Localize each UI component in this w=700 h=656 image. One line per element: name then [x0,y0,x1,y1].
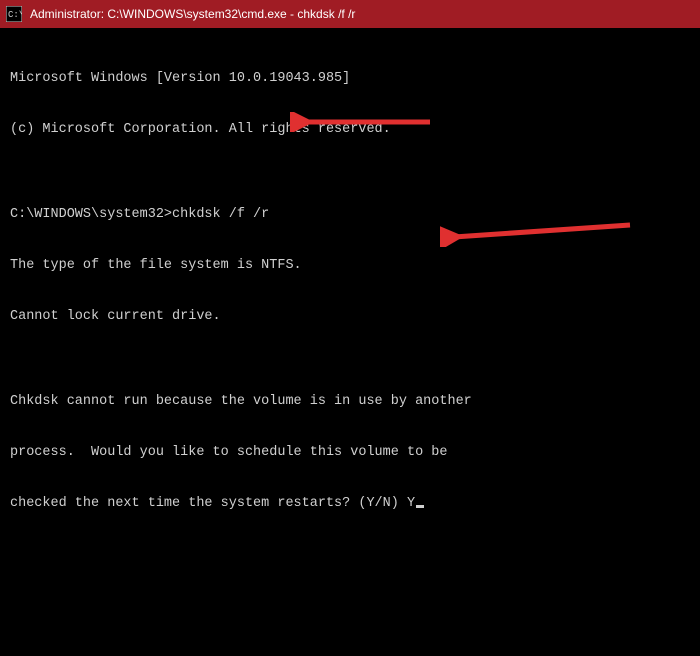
input-line: checked the next time the system restart… [10,495,690,512]
svg-text:C:\: C:\ [8,10,22,20]
cmd-window: C:\ Administrator: C:\WINDOWS\system32\c… [0,0,700,512]
window-title: Administrator: C:\WINDOWS\system32\cmd.e… [30,7,355,21]
output-line: process. Would you like to schedule this… [10,444,690,461]
titlebar[interactable]: C:\ Administrator: C:\WINDOWS\system32\c… [0,0,700,28]
output-line: Microsoft Windows [Version 10.0.19043.98… [10,70,690,87]
cmd-icon: C:\ [6,6,22,22]
output-line: checked the next time the system restart… [10,496,407,511]
prompt: C:\WINDOWS\system32> [10,207,172,222]
typed-command: chkdsk /f /r [172,207,269,222]
cursor [416,505,424,508]
output-line: (c) Microsoft Corporation. All rights re… [10,121,690,138]
output-line: Cannot lock current drive. [10,308,690,325]
terminal-output[interactable]: Microsoft Windows [Version 10.0.19043.98… [0,28,700,656]
command-line: C:\WINDOWS\system32>chkdsk /f /r [10,206,690,223]
user-input: Y [407,496,415,511]
output-line: Chkdsk cannot run because the volume is … [10,393,690,410]
output-line: The type of the file system is NTFS. [10,257,690,274]
